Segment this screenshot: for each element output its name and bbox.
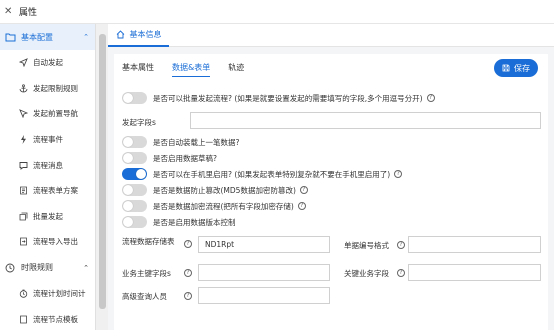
message-icon [18,160,28,170]
sidebar-item-label: 自动发起 [33,58,63,68]
sidebar-group-label: 基本配置 [21,32,53,42]
enable-draft-toggle[interactable] [122,152,147,164]
bill-format-label: 单据编号格式 [344,241,389,250]
home-icon [116,30,125,39]
row-encrypt-storage: 是否是数据加密流程(把所有字段加密存储) ? [122,200,306,212]
help-icon[interactable]: ? [397,241,405,249]
help-icon[interactable]: ? [184,269,192,277]
sidebar-item-label: 流程导入导出 [33,237,78,247]
tab-basic-info[interactable]: 基本信息 [108,24,169,47]
sidebar-item-label: 流程计划时间计 [33,289,86,299]
row-mobile-start: 是否可以在手机里启用? (如果发起表单特别复杂就不要在手机里启用了) ? [122,168,403,180]
storage-table-label: 流程数据存储表 [122,237,175,246]
row-enable-draft: 是否启用数据草稿? [122,152,217,164]
sidebar-item-auto-start[interactable]: 自动发起 [0,50,95,76]
sidebar-item-label: 批量发起 [33,211,63,221]
help-icon[interactable]: ? [426,94,435,102]
send-icon [18,58,28,68]
help-icon[interactable]: ? [397,269,405,277]
mobile-start-toggle[interactable] [122,168,147,180]
subtab-trajectory[interactable]: 轨迹 [228,62,244,76]
sidebar-item-flow-events[interactable]: 流程事件 [0,127,95,153]
business-key-label: 业务主键字段s [122,269,171,278]
save-button-label: 保存 [514,63,530,73]
storage-table-input[interactable]: ND1Rpt [198,236,330,253]
row-label: 是否自动装载上一笔数据? [153,137,240,147]
lightning-icon [18,135,28,145]
anchor-icon [18,83,28,93]
folder-icon [4,31,16,43]
chevron-up-icon: ⌃ [83,263,89,272]
encrypt-storage-toggle[interactable] [122,200,147,212]
clock-icon [4,262,16,274]
close-icon[interactable]: ✕ [4,6,16,17]
window-title: 属性 [19,8,38,18]
form-icon [18,186,28,196]
row-label: 是否是数据防止篡改(MD5数据加密防篡改) [153,185,296,195]
main-content: 基本信息 基本属性 数据&表单 轨迹 保存 是否可以批量发起流程? (如果是就要… [108,24,554,330]
sidebar-item-label: 流程表单方案 [33,186,78,196]
sidebar-item-label: 流程事件 [33,135,63,145]
sidebar-group-basic[interactable]: 基本配置 ⌃ [0,24,95,50]
help-icon[interactable]: ? [299,186,308,194]
subtab-basic-props[interactable]: 基本属性 [122,62,154,76]
help-icon[interactable]: ? [184,292,192,300]
sidebar-item-plan-time[interactable]: 流程计划时间计 [0,281,95,307]
bill-format-input[interactable] [408,236,541,253]
sidebar-item-pre-navigation[interactable]: 发起前置导航 [0,101,95,127]
sidebar-group-time[interactable]: 时限规则 ⌃ [0,255,95,281]
main-tabbar: 基本信息 [108,24,554,47]
tab-label: 基本信息 [129,30,162,39]
related-field-label: 关键业务字段 [344,269,389,278]
sidebar-item-label: 流程消息 [33,160,63,170]
row-label: 是否启用数据草稿? [153,153,217,163]
help-icon[interactable]: ? [297,202,306,210]
version-control-toggle[interactable] [122,216,147,228]
chevron-up-icon: ⌃ [83,33,89,41]
sidebar: 基本配置 ⌃ 自动发起 发起限制规则 发起前置导航 流程事件 流程消息 流程表单… [0,24,95,330]
batch-icon [18,211,28,221]
related-field-input[interactable] [408,264,541,281]
help-icon[interactable]: ? [394,170,403,178]
sidebar-item-label: 流程节点模板 [33,314,78,324]
row-label: 是否是数据加密流程(把所有字段加密存储) [153,201,294,211]
sidebar-item-start-limit[interactable]: 发起限制规则 [0,76,95,102]
start-fields-input[interactable] [190,112,541,129]
prevent-tamper-toggle[interactable] [122,184,147,196]
subtab-data-form[interactable]: 数据&表单 [172,62,211,77]
sidebar-item-label: 发起前置导航 [33,109,78,119]
advanced-query-label: 高级查询人员 [122,292,167,301]
sidebar-item-flow-messages[interactable]: 流程消息 [0,152,95,178]
properties-card: 基本属性 数据&表单 轨迹 保存 是否可以批量发起流程? (如果是就要设置发起的… [114,54,548,330]
template-icon [18,314,28,324]
navigation-icon [18,109,28,119]
subtab-bar: 基本属性 数据&表单 轨迹 [122,62,262,78]
sidebar-item-label: 发起限制规则 [33,83,78,93]
window-titlebar: ✕ 属性 [0,0,554,24]
row-version-control: 是否是启用数据版本控制 [122,216,236,228]
sidebar-group-label: 时限规则 [21,263,53,273]
save-button[interactable]: 保存 [494,59,538,77]
start-fields-label: 发起字段s [122,118,156,127]
sidebar-item-batch-start[interactable]: 批量发起 [0,204,95,230]
row-auto-load: 是否自动装载上一笔数据? [122,136,239,148]
save-icon [502,64,510,72]
import-export-icon [18,237,28,247]
row-label: 是否可以批量发起流程? (如果是就要设置发起的需要填写的字段,多个用逗号分开) [153,93,423,103]
timer-icon [18,289,28,299]
sidebar-item-node-template[interactable]: 流程节点模板 [0,306,95,332]
auto-load-toggle[interactable] [122,136,147,148]
batch-start-toggle[interactable] [122,92,147,104]
row-label: 是否可以在手机里启用? (如果发起表单特别复杂就不要在手机里启用了) [153,169,391,179]
sidebar-scrollbar[interactable] [95,24,108,330]
row-prevent-tamper: 是否是数据防止篡改(MD5数据加密防篡改) ? [122,184,308,196]
sidebar-item-import-export[interactable]: 流程导入导出 [0,229,95,255]
row-batch-start: 是否可以批量发起流程? (如果是就要设置发起的需要填写的字段,多个用逗号分开) … [122,92,435,104]
row-label: 是否是启用数据版本控制 [153,217,236,227]
advanced-query-input[interactable] [198,287,330,304]
scrollbar-thumb[interactable] [99,34,106,309]
sidebar-item-form-scheme[interactable]: 流程表单方案 [0,178,95,204]
business-key-input[interactable] [198,264,330,281]
help-icon[interactable]: ? [184,240,192,248]
